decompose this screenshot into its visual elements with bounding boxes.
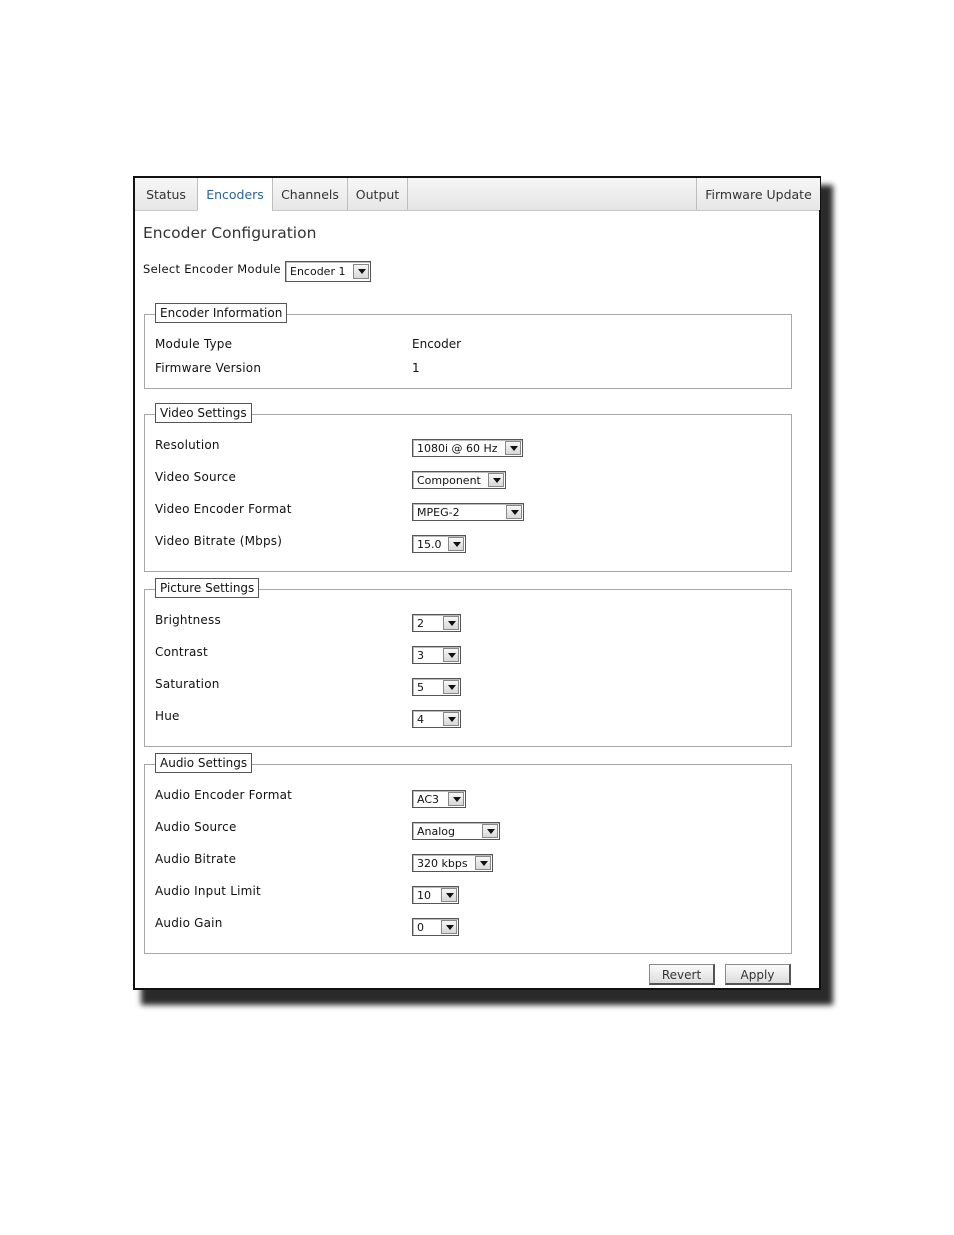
contrast-select[interactable]: 3 xyxy=(412,646,461,664)
audio-input-limit-select[interactable]: 10 xyxy=(412,886,459,904)
audio-gain-select[interactable]: 0 xyxy=(412,918,459,936)
chevron-down-icon xyxy=(443,680,459,694)
tab-channels[interactable]: Channels xyxy=(273,178,348,210)
tab-output[interactable]: Output xyxy=(348,178,408,210)
module-type-label: Module Type xyxy=(155,337,233,351)
picture-settings-section: Picture Settings Brightness 2 Contrast 3… xyxy=(144,578,792,747)
saturation-value: 5 xyxy=(417,681,424,694)
chevron-down-icon xyxy=(448,792,464,806)
module-type-value: Encoder xyxy=(412,337,462,351)
audio-source-select[interactable]: Analog xyxy=(412,822,500,840)
audio-bitrate-label: Audio Bitrate xyxy=(155,852,237,866)
video-bitrate-select[interactable]: 15.0 xyxy=(412,535,466,553)
module-select-label: Select Encoder Module xyxy=(143,262,281,276)
hue-select[interactable]: 4 xyxy=(412,710,461,728)
apply-button[interactable]: Apply xyxy=(725,964,791,985)
chevron-down-icon xyxy=(353,264,369,279)
encoder-config-window: Status Encoders Channels Output Firmware… xyxy=(133,176,821,990)
audio-settings-legend: Audio Settings xyxy=(155,753,253,773)
video-bitrate-label: Video Bitrate (Mbps) xyxy=(155,534,283,548)
video-source-label: Video Source xyxy=(155,470,237,484)
audio-gain-label: Audio Gain xyxy=(155,916,223,930)
encoder-information-legend: Encoder Information xyxy=(155,303,288,323)
video-encoder-format-value: MPEG-2 xyxy=(417,506,460,519)
chevron-down-icon xyxy=(506,505,522,519)
chevron-down-icon xyxy=(443,648,459,662)
saturation-label: Saturation xyxy=(155,677,220,691)
hue-label: Hue xyxy=(155,709,180,723)
audio-source-value: Analog xyxy=(417,825,456,838)
chevron-down-icon xyxy=(443,616,459,630)
audio-gain-value: 0 xyxy=(417,921,424,934)
audio-source-label: Audio Source xyxy=(155,820,237,834)
audio-bitrate-select[interactable]: 320 kbps xyxy=(412,854,493,872)
resolution-label: Resolution xyxy=(155,438,220,452)
video-encoder-format-label: Video Encoder Format xyxy=(155,502,292,516)
tab-encoders[interactable]: Encoders xyxy=(198,178,273,211)
encoder-module-select[interactable]: Encoder 1 xyxy=(285,261,371,282)
tab-firmware-update[interactable]: Firmware Update xyxy=(696,178,820,210)
chevron-down-icon xyxy=(448,537,464,551)
firmware-version-value: 1 xyxy=(412,361,420,375)
resolution-select[interactable]: 1080i @ 60 Hz xyxy=(412,439,523,457)
video-encoder-format-select[interactable]: MPEG-2 xyxy=(412,503,524,521)
brightness-select[interactable]: 2 xyxy=(412,614,461,632)
encoder-information-section: Encoder Information Module Type Encoder … xyxy=(144,303,792,389)
video-settings-legend: Video Settings xyxy=(155,403,252,423)
chevron-down-icon xyxy=(441,888,457,902)
audio-encoder-format-label: Audio Encoder Format xyxy=(155,788,293,802)
audio-bitrate-value: 320 kbps xyxy=(417,857,468,870)
page-title: Encoder Configuration xyxy=(143,224,317,242)
firmware-version-label: Firmware Version xyxy=(155,361,262,375)
video-source-select[interactable]: Component xyxy=(412,471,506,489)
chevron-down-icon xyxy=(475,856,491,870)
revert-button[interactable]: Revert xyxy=(649,964,715,985)
picture-settings-legend: Picture Settings xyxy=(155,578,260,598)
audio-encoder-format-value: AC3 xyxy=(417,793,440,806)
contrast-value: 3 xyxy=(417,649,424,662)
audio-input-limit-value: 10 xyxy=(417,889,431,902)
contrast-label: Contrast xyxy=(155,645,208,659)
saturation-select[interactable]: 5 xyxy=(412,678,461,696)
tab-bar: Status Encoders Channels Output Firmware… xyxy=(135,178,820,211)
chevron-down-icon xyxy=(441,920,457,934)
audio-encoder-format-select[interactable]: AC3 xyxy=(412,790,466,808)
chevron-down-icon xyxy=(505,441,521,455)
video-source-value: Component xyxy=(417,474,481,487)
brightness-label: Brightness xyxy=(155,613,221,627)
brightness-value: 2 xyxy=(417,617,424,630)
audio-settings-section: Audio Settings Audio Encoder Format AC3 … xyxy=(144,753,792,954)
chevron-down-icon xyxy=(443,712,459,726)
chevron-down-icon xyxy=(488,473,504,487)
audio-input-limit-label: Audio Input Limit xyxy=(155,884,261,898)
video-bitrate-value: 15.0 xyxy=(417,538,442,551)
tab-status[interactable]: Status xyxy=(135,178,198,210)
resolution-value: 1080i @ 60 Hz xyxy=(417,442,498,455)
encoder-module-value: Encoder 1 xyxy=(290,265,346,278)
chevron-down-icon xyxy=(482,824,498,838)
video-settings-section: Video Settings Resolution 1080i @ 60 Hz … xyxy=(144,403,792,572)
hue-value: 4 xyxy=(417,713,424,726)
